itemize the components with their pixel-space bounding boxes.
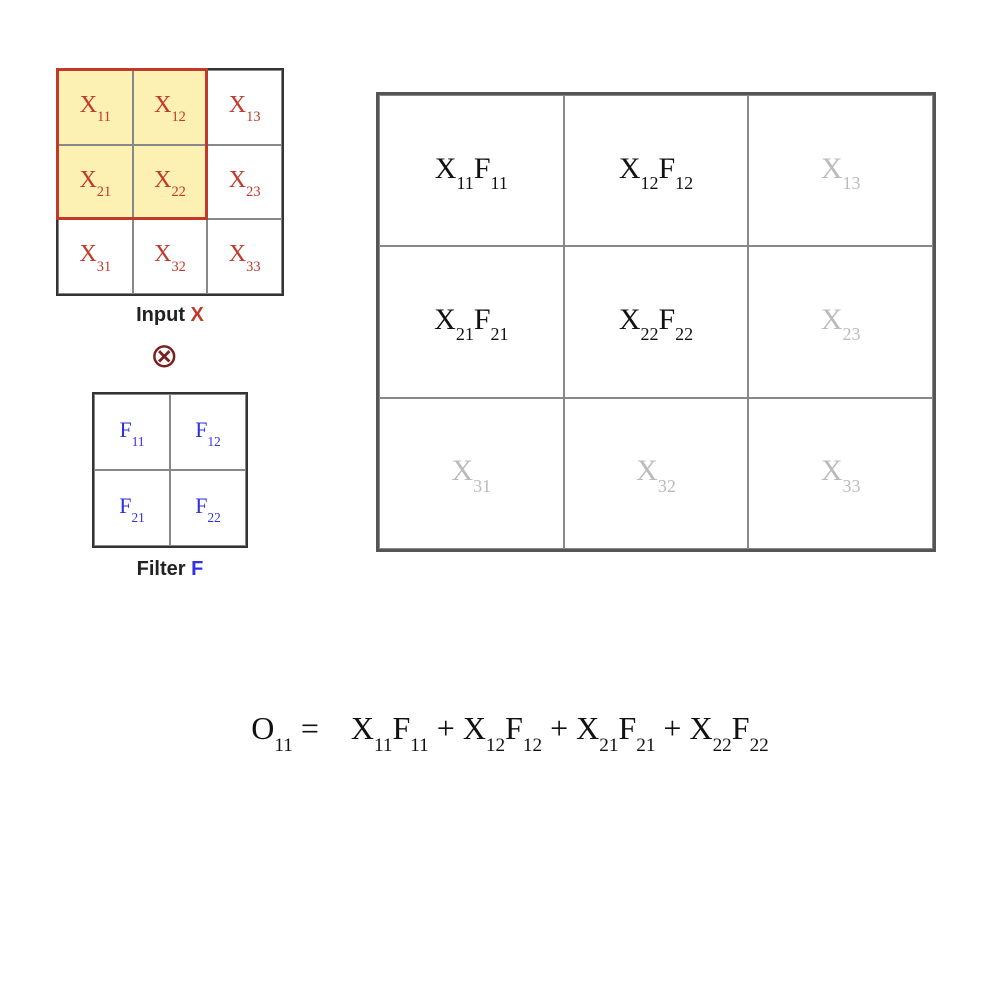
input-matrix: X11 X12 X13 X21 X22 X23 X31 X32 X33 xyxy=(56,68,284,296)
output-equation: O11 = X11F11 + X12F12 + X21F21 + X22F22 xyxy=(100,710,920,752)
product-cell: X32 xyxy=(564,398,749,549)
input-cell: X12 xyxy=(133,70,208,145)
product-cell: X12F12 xyxy=(564,95,749,246)
product-cell: X22F22 xyxy=(564,246,749,397)
product-cell: X13 xyxy=(748,95,933,246)
input-cell: X31 xyxy=(58,219,133,294)
filter-matrix: F11 F12 F21 F22 xyxy=(92,392,248,548)
input-cell: X23 xyxy=(207,145,282,220)
product-cell: X11F11 xyxy=(379,95,564,246)
product-matrix: X11F11 X12F12 X13 X21F21 X22F22 X23 X31 … xyxy=(376,92,936,552)
product-cell: X33 xyxy=(748,398,933,549)
product-cell: X21F21 xyxy=(379,246,564,397)
product-cell: X31 xyxy=(379,398,564,549)
input-cell: X21 xyxy=(58,145,133,220)
filter-cell: F11 xyxy=(94,394,170,470)
tensor-operator-icon: ⊗ xyxy=(150,336,179,376)
filter-cell: F21 xyxy=(94,470,170,546)
input-cell: X11 xyxy=(58,70,133,145)
input-cell: X32 xyxy=(133,219,208,294)
input-cell: X13 xyxy=(207,70,282,145)
input-label: Input X xyxy=(56,304,284,327)
product-cell: X23 xyxy=(748,246,933,397)
input-cell: X33 xyxy=(207,219,282,294)
filter-label: Filter F xyxy=(92,558,248,581)
filter-cell: F12 xyxy=(170,394,246,470)
input-cell: X22 xyxy=(133,145,208,220)
filter-cell: F22 xyxy=(170,470,246,546)
